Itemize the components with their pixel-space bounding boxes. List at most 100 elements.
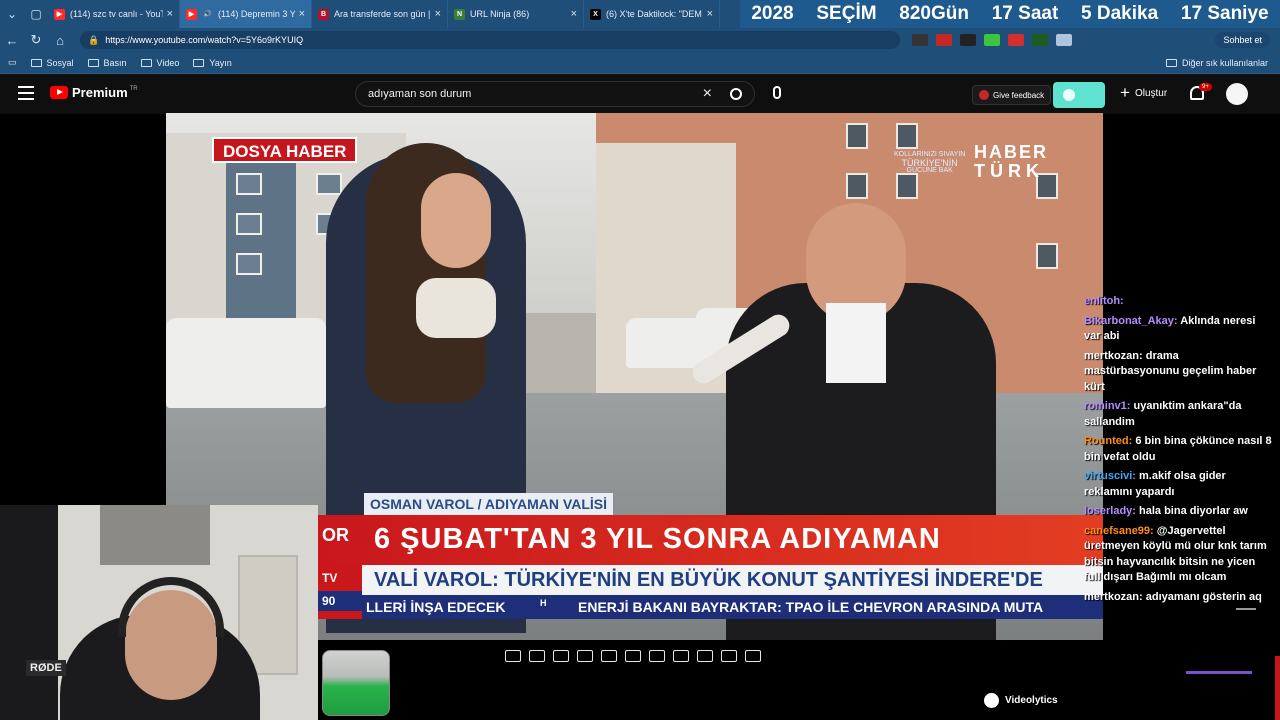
video-scene-reporter-collar: [416, 278, 496, 338]
video-scene-window: [846, 123, 868, 149]
back-icon[interactable]: ←: [0, 33, 24, 48]
browser-tab[interactable]: N URL Ninja (86) ×: [448, 0, 584, 28]
tab-actions-chevron-icon[interactable]: ⌄: [0, 0, 24, 28]
create-button[interactable]: + Oluştur: [1120, 83, 1168, 102]
clear-search-icon[interactable]: ×: [703, 85, 712, 103]
lock-icon: 🔒: [88, 34, 100, 45]
bookmark-folder[interactable]: Yayın: [193, 58, 232, 68]
chat-username: loserlady:: [1084, 505, 1136, 517]
chat-message: Bikarbonat_Akay: Aklında neresi var abi: [1084, 314, 1274, 345]
left-fragment-block: TV 90: [318, 565, 362, 619]
videolytics-label: Videolytics: [1005, 695, 1058, 706]
search-input[interactable]: adıyaman son durum: [368, 88, 703, 100]
other-bookmarks[interactable]: Diğer sık kullanılanlar: [1165, 58, 1268, 68]
search-box[interactable]: adıyaman son durum ×: [355, 81, 755, 107]
subtitles-icon[interactable]: [625, 650, 641, 662]
video-scene-window: [896, 173, 918, 199]
home-icon[interactable]: ⌂: [48, 33, 72, 48]
extension-icon[interactable]: [984, 34, 1000, 46]
chat-message: Rounted: 6 bin bina çökünce nasıl 8 bin …: [1084, 434, 1274, 465]
youtube-icon: ▶: [186, 8, 197, 20]
voice-search-icon[interactable]: [773, 86, 781, 99]
folder-icon: [193, 58, 205, 67]
extension-icon[interactable]: [912, 34, 928, 46]
bookmark-label: Sosyal: [46, 57, 74, 68]
subheadline-strap: VALİ VAROL: TÜRKİYE'NİN EN BÜYÜK KONUT Ş…: [362, 565, 1103, 595]
workspaces-icon[interactable]: ▢: [24, 0, 48, 28]
videolytics-badge[interactable]: Videolytics: [984, 693, 1058, 708]
browser-tab[interactable]: B Ara transferde son gün | CA ×: [312, 0, 448, 28]
close-tab-icon[interactable]: ×: [707, 8, 713, 20]
bookmark-label: Basın: [103, 57, 127, 68]
tab-title: (114) Depremin 3 Yıl Ar: [218, 9, 295, 19]
chat-text: hala bina diyorlar aw: [1135, 505, 1248, 517]
extension-icon[interactable]: [1056, 34, 1072, 46]
bookmark-folder[interactable]: Basın: [87, 57, 127, 68]
loop-icon[interactable]: [505, 650, 521, 662]
audio-playing-icon[interactable]: 🔊: [202, 9, 213, 20]
reload-icon[interactable]: ↻: [24, 32, 48, 48]
ticker-hours: 17 Saat: [992, 3, 1059, 25]
extension-icon[interactable]: [936, 34, 952, 46]
copilot-chat-button[interactable]: Sohbet et: [1215, 32, 1270, 48]
browser-tab[interactable]: ▶ (114) szc tv canlı - YouTube ×: [48, 0, 180, 28]
audio-icon[interactable]: [529, 650, 545, 662]
close-tab-icon[interactable]: ×: [167, 8, 173, 20]
video-scene-car: [166, 318, 326, 408]
hours-unit: Saat: [1018, 3, 1059, 24]
bookmark-folder[interactable]: Sosyal: [30, 57, 74, 68]
browser-tab[interactable]: X (6) X'te Daktilock: "DEM Pa ×: [584, 0, 720, 28]
screenshot-icon[interactable]: [697, 650, 713, 662]
tab-title: Ara transferde son gün | CA: [334, 9, 431, 19]
chat-username: rominv1:: [1084, 400, 1131, 412]
add-icon[interactable]: [673, 650, 689, 662]
picture-in-picture-icon[interactable]: [601, 650, 617, 662]
youtube-icon: ▶: [54, 8, 65, 20]
playback-speed-icon[interactable]: [553, 650, 569, 662]
bookmark-folder[interactable]: Video: [140, 58, 179, 68]
tagline-bottom: GÜCÜNE BAK: [906, 167, 953, 174]
extension-toggle-button[interactable]: [1053, 82, 1105, 108]
settings-gear-icon[interactable]: [745, 650, 761, 662]
logo-line2: TÜRK: [974, 161, 1044, 181]
extension-icon[interactable]: [960, 34, 976, 46]
ticker-seconds: 17 Saniye: [1181, 3, 1269, 25]
bookmark-manager-icon[interactable]: ▭: [8, 57, 17, 68]
lab-icon[interactable]: [721, 650, 737, 662]
left-fragment-number: 90: [318, 591, 362, 611]
close-tab-icon[interactable]: ×: [435, 8, 441, 20]
ticker-days: 820Gün: [899, 3, 969, 25]
close-tab-icon[interactable]: ×: [571, 8, 577, 20]
video-scene-window: [1036, 243, 1058, 269]
give-feedback-button[interactable]: Give feedback: [972, 85, 1052, 105]
plus-icon: +: [1120, 83, 1130, 102]
create-label: Oluştur: [1134, 87, 1168, 99]
headline-text: 6 ŞUBAT'TAN 3 YIL SONRA ADIYAMAN: [374, 523, 941, 555]
crawl-left-text: LLERİ İNŞA EDECEK: [366, 599, 506, 615]
speedometer-icon[interactable]: [649, 650, 665, 662]
x-icon: X: [590, 8, 601, 20]
tagline-mid: TÜRKİYE'NİN: [901, 158, 958, 168]
folder-icon: [140, 58, 152, 67]
menu-icon[interactable]: [18, 86, 34, 100]
url-field[interactable]: 🔒 https://www.youtube.com/watch?v=5Y6o9r…: [80, 31, 900, 49]
youtube-header: Premium TR adıyaman son durum × Give fee…: [0, 74, 1280, 114]
chat-button-label: Sohbet et: [1223, 35, 1262, 45]
search-icon[interactable]: [730, 88, 742, 100]
videolytics-icon: [984, 693, 999, 708]
address-bar-row: ← ↻ ⌂ 🔒 https://www.youtube.com/watch?v=…: [0, 28, 1280, 52]
browser-tab-active[interactable]: ▶ 🔊 (114) Depremin 3 Yıl Ar ×: [180, 0, 312, 28]
account-avatar[interactable]: [1226, 83, 1248, 105]
microphone-brand: RØDE: [26, 660, 66, 676]
youtube-logo[interactable]: Premium TR: [50, 85, 138, 100]
bookmarks-bar: ▭ Sosyal Basın Video Yayın Diğer sık kul…: [0, 52, 1280, 74]
extension-icon[interactable]: [1008, 34, 1024, 46]
ticker-year: 2028: [751, 3, 794, 24]
close-tab-icon[interactable]: ×: [299, 8, 305, 20]
video-scene-window: [316, 173, 342, 195]
extension-icon[interactable]: [1032, 34, 1048, 46]
chat-message: canefsane99: @Jagervettel üretmeyen köyl…: [1084, 524, 1274, 586]
news-crawl: LLERİ İNŞA EDECEK H ENERJİ BAKANI BAYRAK…: [362, 595, 1103, 619]
clip-icon[interactable]: [577, 650, 593, 662]
chat-message: loserlady: hala bina diyorlar aw: [1084, 504, 1274, 520]
